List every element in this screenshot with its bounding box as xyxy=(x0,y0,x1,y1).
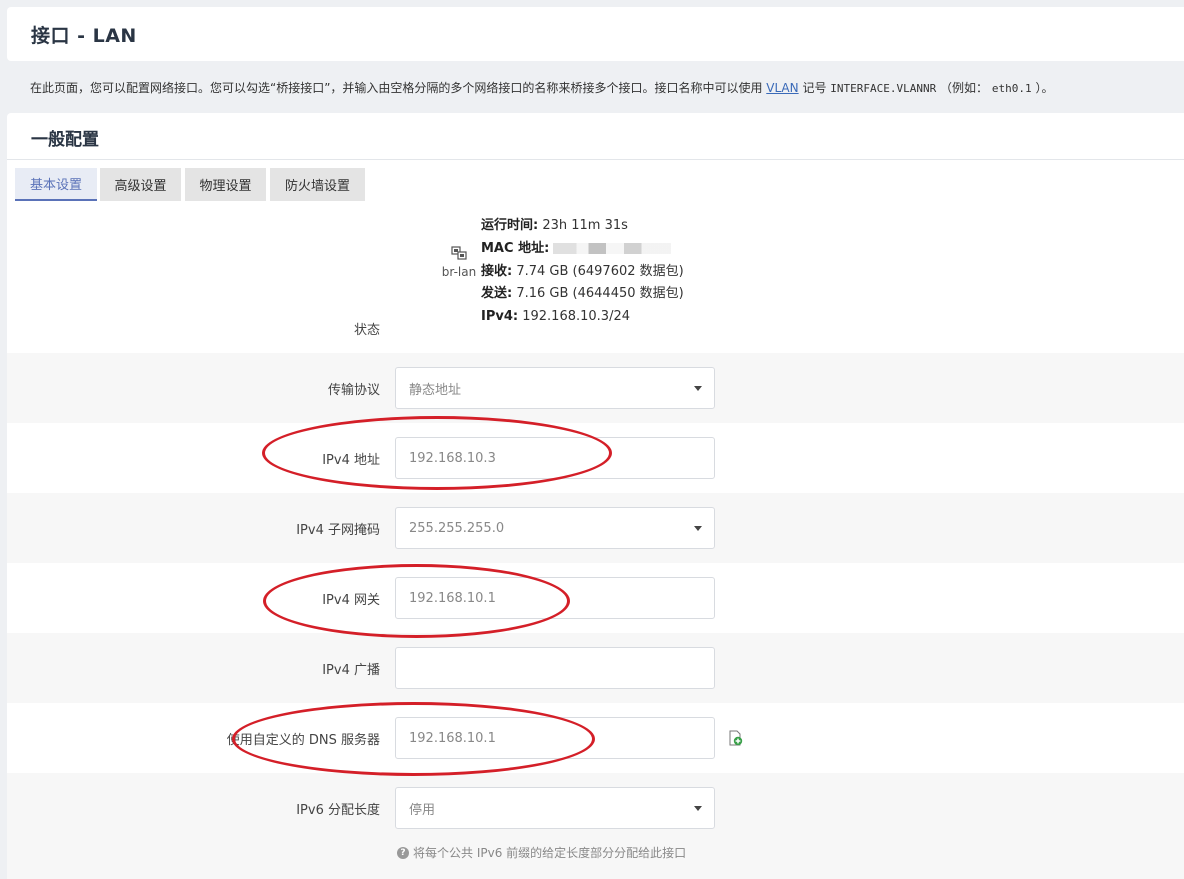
tab-firewall-settings[interactable]: 防火墙设置 xyxy=(270,168,365,201)
chevron-down-icon xyxy=(694,806,702,811)
general-config-section: 一般配置 基本设置 高级设置 物理设置 防火墙设置 状态 br-lan 运行时间… xyxy=(7,113,1184,879)
chevron-down-icon xyxy=(694,526,702,531)
protocol-select[interactable]: 静态地址 xyxy=(395,367,715,409)
divider xyxy=(7,159,1184,160)
gateway-label: IPv4 网关 xyxy=(322,592,380,608)
rx-value: 7.74 GB (6497602 数据包) xyxy=(516,263,684,279)
broadcast-row: IPv4 广播 xyxy=(7,633,1184,703)
gateway-row: IPv4 网关 192.168.10.1 xyxy=(7,563,1184,633)
ip6assign-label: IPv6 分配长度 xyxy=(296,802,380,818)
page-title: 接口 - LAN xyxy=(31,25,137,47)
ethernet-bridge-icon xyxy=(451,246,467,260)
mac-address-redacted xyxy=(553,242,672,254)
ip6assign-hint: ? 将每个公共 IPv6 前缀的给定长度部分分配给此接口 xyxy=(397,844,686,861)
page-header: 接口 - LAN xyxy=(7,7,1184,61)
tab-physical-settings[interactable]: 物理设置 xyxy=(185,168,266,201)
interface-badge: br-lan xyxy=(437,245,481,279)
tab-advanced-settings[interactable]: 高级设置 xyxy=(100,168,181,201)
status-row: 状态 br-lan 运行时间: 23h 11m 31s MAC 地址: 接收: … xyxy=(7,201,1184,353)
add-entry-icon[interactable] xyxy=(727,730,743,746)
netmask-row: IPv4 子网掩码 255.255.255.0 xyxy=(7,493,1184,563)
ip6assign-select[interactable]: 停用 xyxy=(395,787,715,829)
dns-row: 使用自定义的 DNS 服务器 192.168.10.1 xyxy=(7,703,1184,773)
tx-value: 7.16 GB (4644450 数据包) xyxy=(516,286,684,302)
broadcast-input[interactable] xyxy=(395,647,715,689)
interface-name: br-lan xyxy=(441,265,477,279)
ipv4-address-label: IPv4 地址 xyxy=(322,452,380,468)
status-label: 状态 xyxy=(353,323,380,338)
netmask-label: IPv4 子网掩码 xyxy=(296,522,380,538)
broadcast-label: IPv4 广播 xyxy=(322,662,380,678)
netmask-select[interactable]: 255.255.255.0 xyxy=(395,507,715,549)
protocol-label: 传输协议 xyxy=(327,382,380,398)
ipv4-status-value: 192.168.10.3/24 xyxy=(522,309,630,325)
tab-basic-settings[interactable]: 基本设置 xyxy=(15,168,97,201)
interface-stats: 运行时间: 23h 11m 31s MAC 地址: 接收: 7.74 GB (6… xyxy=(481,218,684,325)
ipv4-address-row: IPv4 地址 192.168.10.3 xyxy=(7,423,1184,493)
page-description: 在此页面，您可以配置网络接口。您可以勾选“桥接接口”，并输入由空格分隔的多个网络… xyxy=(30,81,1054,95)
protocol-row: 传输协议 静态地址 xyxy=(7,353,1184,423)
section-title: 一般配置 xyxy=(31,130,99,150)
chevron-down-icon xyxy=(694,386,702,391)
vlan-abbr: VLAN xyxy=(766,81,799,95)
ipv4-address-input[interactable]: 192.168.10.3 xyxy=(395,437,715,479)
dns-label: 使用自定义的 DNS 服务器 xyxy=(226,732,380,748)
help-icon: ? xyxy=(397,846,409,859)
dns-input[interactable]: 192.168.10.1 xyxy=(395,717,715,759)
ip6assign-row: IPv6 分配长度 停用 xyxy=(7,773,1184,879)
gateway-input[interactable]: 192.168.10.1 xyxy=(395,577,715,619)
uptime-value: 23h 11m 31s xyxy=(542,218,628,233)
